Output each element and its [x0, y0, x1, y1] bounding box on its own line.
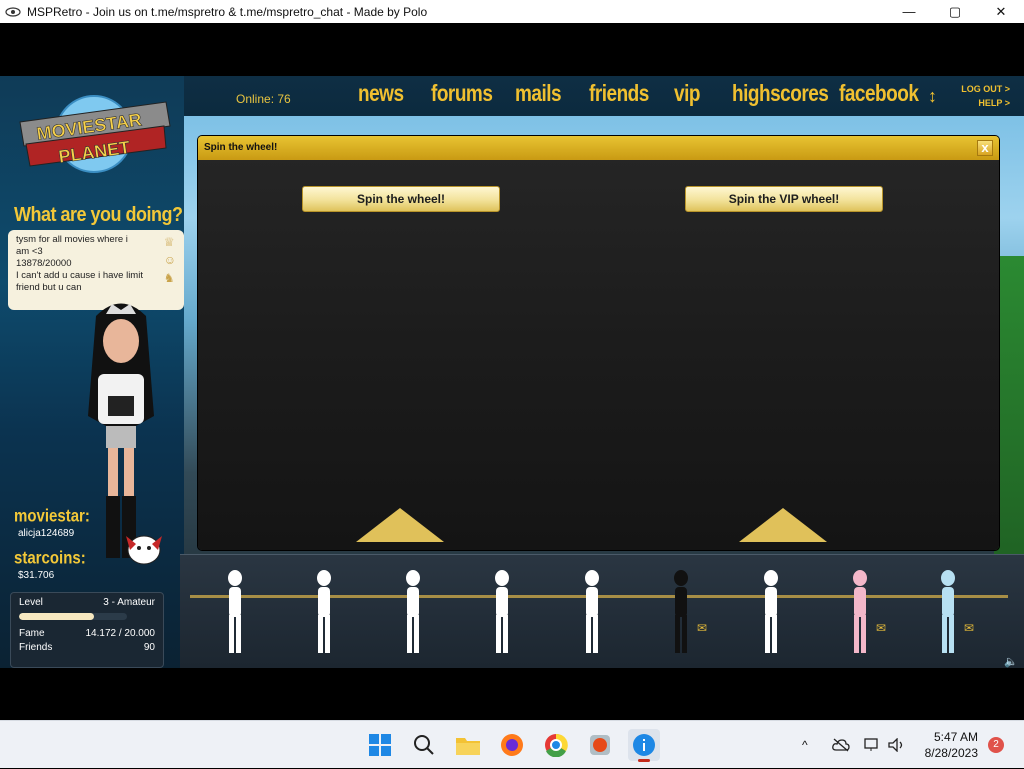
letterbox-top: [0, 23, 1024, 76]
status-line: tysm for all movies where i: [16, 234, 128, 245]
notification-badge[interactable]: 2: [988, 737, 1004, 753]
speaker-icon[interactable]: 🔈: [1004, 655, 1018, 668]
tray-chevron-up-icon[interactable]: ^: [802, 721, 808, 769]
friend-silhouette: [674, 570, 688, 653]
online-count: Online: 76: [236, 92, 291, 106]
status-line: am <3: [16, 246, 43, 257]
nav-mails[interactable]: mails: [515, 82, 562, 108]
status-line: I can't add u cause i have limit: [16, 270, 143, 281]
file-explorer-icon[interactable]: [452, 729, 484, 761]
search-icon[interactable]: [408, 729, 440, 761]
status-heading: What are you doing?: [14, 202, 183, 226]
dog-icon[interactable]: ♞: [164, 272, 176, 284]
dog-mascot: [126, 535, 162, 565]
chat-bubble-icon[interactable]: ✉: [876, 621, 886, 635]
friend-slot[interactable]: [215, 567, 255, 659]
friend-silhouette: [941, 570, 955, 653]
nav-forums[interactable]: forums: [431, 82, 493, 108]
cloud-offline-icon[interactable]: [832, 721, 850, 769]
moviestar-name: alicja124689: [18, 528, 75, 539]
fame-value: 14.172 / 20.000: [85, 628, 155, 639]
friend-silhouette: [764, 570, 778, 653]
starcoins-value: $31.706: [18, 570, 55, 581]
friend-silhouette: [853, 570, 867, 653]
minimize-button[interactable]: —: [886, 0, 932, 23]
friend-silhouette: [406, 570, 420, 653]
level-value: 3 - Amateur: [103, 597, 155, 608]
window-title: MSPRetro - Join us on t.me/mspretro & t.…: [27, 4, 428, 19]
fullscreen-arrows-icon[interactable]: ↕: [928, 86, 937, 107]
nav-friends[interactable]: friends: [589, 82, 649, 108]
status-line: friend but u can: [16, 282, 82, 293]
wheel-stand-left: [356, 508, 444, 542]
friend-slot[interactable]: [751, 567, 791, 659]
friend-silhouette: [228, 570, 242, 653]
close-button[interactable]: ✕: [978, 0, 1024, 23]
logout-link[interactable]: LOG OUT >: [961, 84, 1010, 94]
friend-slot[interactable]: [393, 567, 433, 659]
friends-bar: cherev✉ emmateun...✉ Kitva✉ 🔈: [180, 554, 1024, 668]
windows-start-icon[interactable]: [364, 729, 396, 761]
clock-date: 8/28/2023: [924, 746, 978, 760]
top-nav: Online: 76 news forums mails friends vip…: [184, 76, 1024, 116]
starcoins-label: starcoins:: [14, 548, 86, 569]
fame-label: Fame: [19, 628, 45, 639]
modal-title: Spin the wheel!: [204, 142, 278, 153]
clock-time: 5:47 AM: [933, 730, 978, 744]
friends-value: 90: [143, 642, 155, 653]
eye-app-icon: [5, 6, 21, 17]
maximize-button[interactable]: ▢: [932, 0, 978, 23]
friend-slot[interactable]: emmateun...✉: [840, 567, 886, 659]
chat-bubble-icon[interactable]: ✉: [964, 621, 974, 635]
friends-label: Friends: [19, 642, 53, 653]
friend-silhouette: [585, 570, 599, 653]
level-progress-fill: [19, 613, 94, 620]
network-icon[interactable]: [864, 721, 882, 769]
nav-news[interactable]: news: [358, 82, 404, 108]
level-label: Level: [19, 597, 43, 608]
game-area: Online: 76 news forums mails friends vip…: [0, 76, 1024, 668]
spin-vip-wheel-button[interactable]: Spin the VIP wheel!: [685, 186, 883, 212]
wheel-stand-right: [739, 508, 827, 542]
friend-slot[interactable]: [304, 567, 344, 659]
friend-silhouette: [317, 570, 331, 653]
spin-wheel-modal: Spin the wheel! x Spin the wheel! Spin t…: [198, 136, 999, 550]
friend-slot[interactable]: [572, 567, 612, 659]
friend-slot[interactable]: Kitva✉: [928, 567, 974, 659]
status-line: 13878/20000: [16, 258, 72, 269]
window-titlebar: MSPRetro - Join us on t.me/mspretro & t.…: [0, 0, 1024, 23]
taskbar-clock[interactable]: 5:47 AM 8/28/2023: [925, 729, 978, 761]
nav-vip[interactable]: vip: [674, 82, 700, 108]
chrome-icon[interactable]: [540, 729, 572, 761]
modal-close-button[interactable]: x: [977, 140, 993, 156]
taskbar: ^ 5:47 AM 8/28/2023 2: [0, 720, 1024, 768]
moviestar-label: moviestar:: [14, 506, 90, 527]
spin-wheel-button[interactable]: Spin the wheel!: [302, 186, 500, 212]
volume-icon[interactable]: [888, 721, 906, 769]
friend-slot[interactable]: cherev✉: [661, 567, 707, 659]
left-panel: MOVIESTAR PLANET What are you doing? tys…: [0, 76, 184, 668]
stats-panel: Level 3 - Amateur Fame 14.172 / 20.000 F…: [10, 592, 164, 668]
help-link[interactable]: HELP >: [978, 98, 1010, 108]
nav-highscores[interactable]: highscores: [732, 82, 829, 108]
moviestar-planet-logo: MOVIESTAR PLANET: [19, 95, 171, 173]
friend-slot[interactable]: [482, 567, 522, 659]
giraffe-icon[interactable]: ♕: [164, 236, 176, 248]
chat-bubble-icon[interactable]: ✉: [697, 621, 707, 635]
msp-app-icon[interactable]: [584, 729, 616, 761]
level-progress-bar: [19, 613, 127, 620]
friend-silhouette: [495, 570, 509, 653]
nav-facebook[interactable]: facebook: [839, 82, 919, 108]
letterbox-bottom: [0, 668, 1024, 720]
modal-header: Spin the wheel! x: [198, 136, 999, 160]
info-app-icon[interactable]: [628, 729, 660, 762]
face-icon[interactable]: ☺: [164, 254, 176, 266]
firefox-icon[interactable]: [496, 729, 528, 761]
